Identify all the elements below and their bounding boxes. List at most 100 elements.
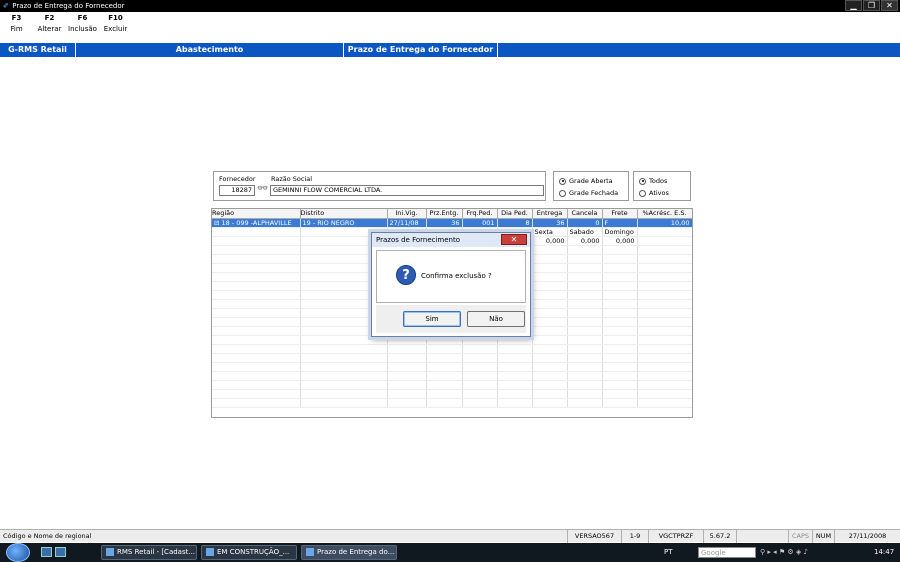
cell-entrega: 36 bbox=[532, 218, 568, 228]
empty-row bbox=[212, 398, 692, 408]
quick-launch-icon[interactable] bbox=[55, 547, 66, 557]
status-program: VGCTPRZF bbox=[648, 530, 703, 543]
status-date: 27/11/2008 bbox=[834, 530, 900, 543]
empty-row bbox=[212, 371, 692, 381]
razao-social-field: GEMINNI FLOW COMERCIAL LTDA. bbox=[270, 185, 544, 196]
task-label: RMS Retail - [Cadast... bbox=[117, 548, 196, 556]
empty-row bbox=[212, 389, 692, 399]
sub-cell-sabado: 0,000 bbox=[567, 236, 603, 246]
statusbar: Código e Nome de regional VERSAO567 1-9 … bbox=[0, 529, 900, 543]
status-num: NUM bbox=[812, 530, 834, 543]
task-label: Prazo de Entrega do... bbox=[317, 548, 395, 556]
col-frq-ped[interactable]: Frq.Ped. bbox=[462, 209, 498, 219]
col-distrito[interactable]: Distrito bbox=[300, 209, 388, 219]
clock[interactable]: 14:47 bbox=[874, 543, 894, 562]
cell-distrito: 19 - RIO NEGRO bbox=[300, 218, 388, 228]
sub-col-sabado: Sabado bbox=[567, 227, 603, 237]
confirm-dialog: Prazos de Fornecimento ✕ ? Confirma excl… bbox=[371, 232, 531, 337]
dialog-footer: Sim Não bbox=[376, 305, 526, 333]
module-tabbar: G-RMS Retail Abastecimento Prazo de Entr… bbox=[0, 43, 900, 57]
maximize-icon[interactable]: ❐ bbox=[863, 0, 880, 11]
fkey-label: Alterar bbox=[37, 25, 62, 33]
alterar-button[interactable]: F2 Alterar bbox=[33, 13, 66, 43]
dialog-title: Prazos de Fornecimento bbox=[376, 236, 461, 244]
col-ini-vig[interactable]: Ini.Vig. bbox=[387, 209, 427, 219]
todos-radio[interactable]: Todos bbox=[639, 177, 667, 185]
empty-row bbox=[212, 353, 692, 363]
col-regiao[interactable]: Região bbox=[212, 209, 301, 219]
tab-app[interactable]: G-RMS Retail bbox=[0, 43, 76, 57]
ativos-label: Ativos bbox=[649, 189, 669, 197]
cell-prz-entg: 36 bbox=[426, 218, 463, 228]
cell-ini-vig: 27/11/08 bbox=[387, 218, 427, 228]
grade-fechada-radio[interactable]: Grade Fechada bbox=[559, 189, 618, 197]
excluir-button[interactable]: F10 Excluir bbox=[99, 13, 132, 43]
grade-fechada-label: Grade Fechada bbox=[569, 189, 619, 197]
cell-regiao: ⊟ 18 - 099 -ALPHAVILLE bbox=[212, 218, 301, 228]
tab-screen[interactable]: Prazo de Entrega do Fornecedor bbox=[344, 43, 498, 57]
col-prz-entg[interactable]: Prz.Entg. bbox=[426, 209, 463, 219]
sub-cell-domingo: 0,000 bbox=[602, 236, 638, 246]
window-controls: ▁ ❐ ✕ bbox=[845, 0, 898, 11]
sim-button[interactable]: Sim bbox=[403, 311, 461, 327]
fornecedor-field[interactable]: 18287 bbox=[219, 185, 255, 196]
task-prazo-entrega[interactable]: Prazo de Entrega do... bbox=[301, 545, 397, 560]
inclusao-button[interactable]: F6 Inclusão bbox=[66, 13, 99, 43]
binoculars-icon[interactable]: 👓 bbox=[257, 184, 268, 194]
radio-checked-icon bbox=[639, 177, 646, 185]
col-entrega[interactable]: Entrega bbox=[532, 209, 568, 219]
grid-header-row: Região Distrito Ini.Vig. Prz.Entg. Frq.P… bbox=[212, 209, 692, 219]
sub-col-domingo: Domingo bbox=[602, 227, 638, 237]
dialog-message: Confirma exclusão ? bbox=[421, 272, 492, 280]
sub-cell-sexta: 0,000 bbox=[532, 236, 568, 246]
status-hint: Código e Nome de regional bbox=[3, 532, 92, 540]
ativos-radio[interactable]: Ativos bbox=[639, 189, 669, 197]
taskbar: RMS Retail - [Cadast... EM CONSTRUÇÃO_..… bbox=[0, 543, 900, 562]
fkey-code: F2 bbox=[44, 14, 55, 22]
cell-cancela: 0 bbox=[567, 218, 603, 228]
app-icon: ✐ bbox=[3, 2, 9, 10]
dialog-close-icon[interactable]: ✕ bbox=[501, 234, 527, 245]
start-button[interactable] bbox=[6, 543, 30, 562]
nao-button[interactable]: Não bbox=[467, 311, 525, 327]
close-icon[interactable]: ✕ bbox=[881, 0, 898, 11]
fim-button[interactable]: F3 Fim bbox=[0, 13, 33, 43]
status-caps: CAPS bbox=[788, 530, 812, 543]
empty-row bbox=[212, 344, 692, 354]
minimize-icon[interactable]: ▁ bbox=[845, 0, 862, 11]
search-icon[interactable]: ⚲ ▸ ◂ ⚑ ⚙ ◈ ♪ bbox=[760, 543, 808, 562]
tab-module[interactable]: Abastecimento bbox=[76, 43, 344, 57]
dialog-titlebar: Prazos de Fornecimento ✕ bbox=[372, 233, 530, 247]
cell-frq-ped: 001 bbox=[462, 218, 498, 228]
language-indicator[interactable]: PT bbox=[664, 543, 673, 562]
cell-acresc: 10,00 bbox=[637, 218, 692, 228]
col-acresc[interactable]: %Acrésc. E.S. bbox=[637, 209, 692, 219]
task-rms-retail[interactable]: RMS Retail - [Cadast... bbox=[101, 545, 197, 560]
window-title: Prazo de Entrega do Fornecedor bbox=[12, 2, 125, 10]
task-em-construcao[interactable]: EM CONSTRUÇÃO_... bbox=[201, 545, 297, 560]
todos-label: Todos bbox=[649, 177, 668, 185]
status-empty bbox=[736, 530, 788, 543]
fkey-code: F3 bbox=[11, 14, 22, 22]
col-cancela[interactable]: Cancela bbox=[567, 209, 603, 219]
empty-row bbox=[212, 380, 692, 390]
fkey-code: F10 bbox=[108, 14, 123, 22]
fornecedor-label: Fornecedor bbox=[219, 175, 256, 183]
google-search-input[interactable]: Google bbox=[698, 547, 756, 558]
radio-checked-icon bbox=[559, 177, 566, 185]
col-dia-ped[interactable]: Dia Ped. bbox=[497, 209, 533, 219]
grade-aberta-radio[interactable]: Grade Aberta bbox=[559, 177, 613, 185]
show-desktop-icon[interactable] bbox=[41, 547, 52, 557]
app-icon bbox=[306, 548, 314, 556]
task-label: EM CONSTRUÇÃO_... bbox=[217, 548, 290, 556]
status-build: 5.67.2 bbox=[703, 530, 736, 543]
function-key-toolbar: F3 Fim F2 Alterar F6 Inclusão F10 Exclui… bbox=[0, 13, 132, 43]
fkey-label: Excluir bbox=[103, 25, 128, 33]
app-icon bbox=[106, 548, 114, 556]
table-row[interactable]: ⊟ 18 - 099 -ALPHAVILLE 19 - RIO NEGRO 27… bbox=[212, 218, 692, 228]
fkey-code: F6 bbox=[77, 14, 88, 22]
dialog-body: ? Confirma exclusão ? bbox=[376, 250, 526, 303]
grade-aberta-label: Grade Aberta bbox=[569, 177, 613, 185]
col-frete[interactable]: Frete bbox=[602, 209, 638, 219]
status-version: VERSAO567 bbox=[567, 530, 621, 543]
